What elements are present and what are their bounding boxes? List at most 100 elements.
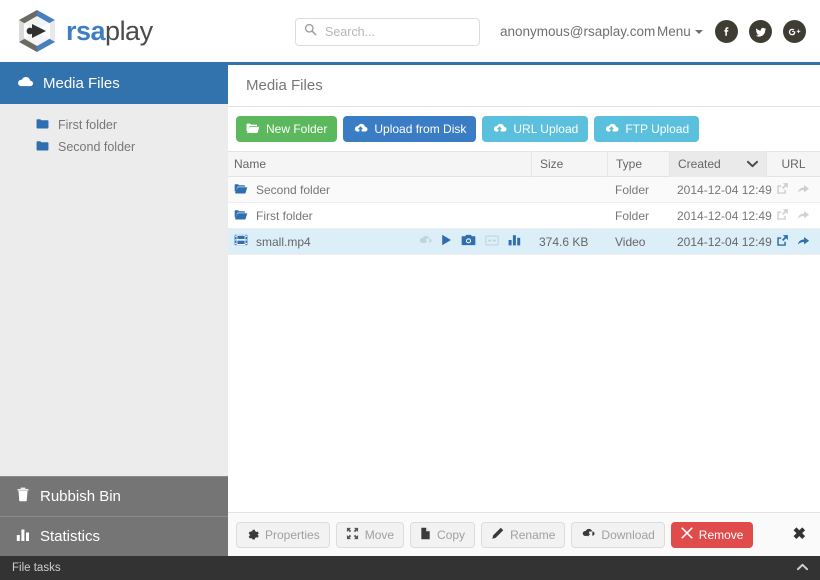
column-header-url-label: URL bbox=[781, 157, 806, 171]
folder-icon bbox=[234, 183, 248, 197]
search-box[interactable] bbox=[295, 18, 480, 46]
ftp-upload-button[interactable]: FTP Upload bbox=[594, 116, 700, 142]
cell-url bbox=[766, 208, 820, 224]
hexagon-play-logo-icon bbox=[14, 8, 60, 54]
rename-label: Rename bbox=[510, 527, 556, 542]
upload-from-disk-button[interactable]: Upload from Disk bbox=[343, 116, 477, 142]
sidebar-tree-item-label: Second folder bbox=[58, 140, 136, 154]
folder-icon bbox=[36, 118, 49, 132]
search-icon bbox=[304, 23, 317, 41]
new-folder-button[interactable]: New Folder bbox=[236, 116, 338, 142]
sort-chevron-down-icon[interactable] bbox=[746, 157, 759, 171]
sidebar-item-statistics[interactable]: Statistics bbox=[0, 516, 228, 556]
page-title: Media Files bbox=[228, 65, 820, 107]
column-header-size-label: Size bbox=[540, 157, 564, 171]
play-icon[interactable] bbox=[441, 234, 452, 249]
brand-name-secondary: play bbox=[105, 15, 153, 46]
cell-name: small.mp4 bbox=[228, 234, 531, 249]
properties-button[interactable]: Properties bbox=[236, 521, 330, 548]
sidebar-rubbish-bin-label: Rubbish Bin bbox=[40, 488, 121, 505]
sidebar-statistics-label: Statistics bbox=[40, 528, 101, 545]
remove-label: Remove bbox=[698, 527, 744, 542]
cloud-icon bbox=[16, 75, 34, 92]
file-name-label: small.mp4 bbox=[256, 234, 311, 249]
remove-button[interactable]: Remove bbox=[670, 521, 754, 548]
google-plus-link[interactable] bbox=[783, 20, 806, 43]
facebook-icon[interactable] bbox=[715, 20, 738, 43]
folder-icon bbox=[234, 209, 248, 223]
column-header-size[interactable]: Size bbox=[531, 151, 607, 177]
folder-open-icon bbox=[246, 122, 260, 137]
copy-button[interactable]: Copy bbox=[410, 521, 476, 548]
url-upload-button[interactable]: URL Upload bbox=[482, 116, 589, 142]
times-icon bbox=[680, 527, 693, 542]
table-header-row: Name Size Type Created URL bbox=[228, 151, 820, 177]
menu-label: Menu bbox=[657, 24, 691, 39]
cell-type: Folder bbox=[615, 208, 650, 223]
download-button[interactable]: Download bbox=[571, 521, 665, 548]
ftp-upload-label: FTP Upload bbox=[625, 122, 690, 136]
app-header: rsaplay anonymous@rsaplay.com Menu bbox=[0, 0, 820, 62]
closed-caption-icon[interactable] bbox=[485, 235, 499, 249]
twitter-icon[interactable] bbox=[749, 20, 772, 43]
google-plus-icon[interactable] bbox=[783, 20, 806, 43]
sidebar-tree-item-first-folder[interactable]: First folder bbox=[0, 114, 228, 136]
cell-created: 2014-12-04 12:49 bbox=[677, 208, 772, 223]
user-email-label: anonymous@rsaplay.com bbox=[500, 24, 656, 39]
column-header-url[interactable]: URL bbox=[766, 151, 820, 177]
column-header-created-label: Created bbox=[678, 157, 721, 171]
camera-icon[interactable] bbox=[461, 234, 476, 249]
sidebar-item-media-files[interactable]: Media Files bbox=[0, 62, 228, 104]
copy-label: Copy bbox=[437, 527, 466, 542]
menu-dropdown[interactable]: Menu bbox=[657, 24, 703, 39]
new-folder-label: New Folder bbox=[266, 122, 328, 136]
properties-label: Properties bbox=[265, 527, 320, 542]
rename-button[interactable]: Rename bbox=[481, 521, 566, 548]
move-button[interactable]: Move bbox=[335, 521, 405, 548]
share-arrow-icon[interactable] bbox=[797, 182, 810, 198]
share-arrow-icon[interactable] bbox=[797, 208, 810, 224]
table-row[interactable]: small.mp4 374.6 KB Video 2014-12-04 12:4… bbox=[228, 229, 820, 255]
brand-name-primary: rsa bbox=[66, 15, 106, 46]
external-link-icon[interactable] bbox=[776, 234, 789, 250]
cloud-upload-icon bbox=[604, 122, 619, 137]
external-link-icon[interactable] bbox=[776, 208, 789, 224]
column-header-type[interactable]: Type bbox=[607, 151, 669, 177]
pencil-icon bbox=[491, 527, 504, 543]
film-icon bbox=[234, 234, 248, 249]
chevron-up-icon[interactable] bbox=[796, 562, 809, 574]
file-name-label: First folder bbox=[256, 208, 313, 223]
share-arrow-icon[interactable] bbox=[797, 234, 810, 250]
cloud-download-icon[interactable] bbox=[418, 235, 432, 249]
twitter-link[interactable] bbox=[749, 20, 772, 43]
search-input[interactable] bbox=[323, 24, 471, 40]
row-media-actions bbox=[418, 234, 531, 249]
file-name-label: Second folder bbox=[256, 182, 331, 197]
column-header-name[interactable]: Name bbox=[228, 151, 531, 177]
cloud-download-icon bbox=[581, 528, 595, 542]
url-upload-label: URL Upload bbox=[513, 122, 579, 136]
cell-url bbox=[766, 182, 820, 198]
footer-bar: File tasks bbox=[0, 556, 820, 580]
sidebar-folder-tree: First folder Second folder bbox=[0, 104, 228, 158]
close-actionbar-icon[interactable]: ✖ bbox=[793, 526, 806, 543]
sidebar-item-rubbish-bin[interactable]: Rubbish Bin bbox=[0, 476, 228, 516]
column-header-created[interactable]: Created bbox=[669, 151, 766, 177]
cell-size: 374.6 KB bbox=[539, 234, 589, 249]
sidebar-bottom-nav: Rubbish Bin Statistics bbox=[0, 476, 228, 556]
column-header-name-label: Name bbox=[234, 157, 267, 171]
external-link-icon[interactable] bbox=[776, 182, 789, 198]
table-row[interactable]: Second folder Folder 2014-12-04 12:49 bbox=[228, 177, 820, 203]
upload-from-disk-label: Upload from Disk bbox=[374, 122, 467, 136]
brand-logo[interactable]: rsaplay bbox=[14, 8, 153, 54]
facebook-link[interactable] bbox=[715, 20, 738, 43]
cell-url bbox=[766, 234, 820, 250]
table-row[interactable]: First folder Folder 2014-12-04 12:49 bbox=[228, 203, 820, 229]
file-action-bar: Properties Move Copy Rename Download Rem… bbox=[228, 512, 820, 556]
column-header-type-label: Type bbox=[616, 157, 643, 171]
bar-chart-icon[interactable] bbox=[508, 234, 521, 249]
cell-created: 2014-12-04 12:49 bbox=[677, 182, 772, 197]
chevron-down-icon bbox=[694, 30, 703, 35]
sidebar-tree-item-second-folder[interactable]: Second folder bbox=[0, 136, 228, 158]
gear-icon bbox=[246, 527, 259, 543]
